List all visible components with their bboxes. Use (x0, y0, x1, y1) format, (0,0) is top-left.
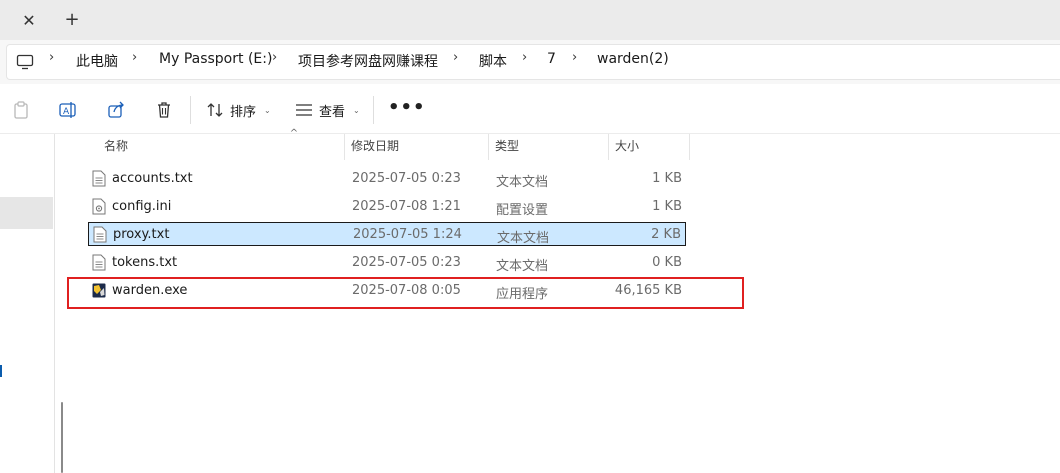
file-row-selected[interactable]: proxy.txt 2025-07-05 1:24 文本文档 2 KB (88, 222, 686, 246)
file-size: 1 KB (652, 199, 682, 214)
file-date: 2025-07-05 0:23 (352, 255, 461, 270)
file-size: 2 KB (651, 227, 681, 242)
file-type: 文本文档 (496, 175, 549, 190)
column-header-name[interactable]: 名称 (98, 134, 345, 160)
view-label: 查看 (319, 104, 346, 120)
column-headers: ^ 名称 修改日期 类型 大小 (74, 128, 690, 160)
chevron-right-icon[interactable]: › (572, 50, 577, 65)
view-button[interactable]: 查看 ⌄ (295, 98, 360, 122)
file-type: 文本文档 (497, 231, 550, 246)
chevron-down-icon: ⌄ (264, 105, 271, 115)
column-header-type[interactable]: 类型 (489, 134, 609, 160)
file-name: proxy.txt (113, 227, 170, 242)
file-row[interactable]: config.ini 2025-07-08 1:21 配置设置 1 KB (88, 195, 686, 219)
file-date: 2025-07-05 0:23 (352, 171, 461, 186)
view-icon (296, 104, 312, 116)
close-tab-icon[interactable]: ✕ (20, 12, 38, 30)
file-type: 文本文档 (496, 259, 549, 274)
text-file-icon (93, 226, 107, 243)
file-name: accounts.txt (112, 171, 193, 186)
breadcrumb-item-drive[interactable]: My Passport (E:) (159, 51, 272, 67)
delete-icon[interactable] (154, 100, 174, 120)
chevron-right-icon[interactable]: › (522, 50, 527, 65)
breadcrumb-item-scripts[interactable]: 脚本 (479, 51, 507, 71)
red-highlight-annotation (67, 277, 744, 309)
command-bar: A 排序 ⌄ 查看 ⌄ ••• (0, 84, 1060, 134)
new-tab-button[interactable]: + (62, 10, 82, 30)
file-date: 2025-07-05 1:24 (353, 227, 462, 242)
share-icon[interactable] (106, 100, 126, 120)
file-name: tokens.txt (112, 255, 178, 270)
nav-item-selected[interactable] (0, 197, 53, 229)
file-name: config.ini (112, 199, 172, 214)
text-file-icon (92, 254, 106, 271)
file-type: 配置设置 (496, 203, 549, 218)
breadcrumb-item-warden[interactable]: warden(2) (597, 51, 669, 67)
text-file-icon (92, 170, 106, 187)
settings-file-icon (92, 198, 106, 215)
breadcrumb-item-course-folder[interactable]: 项目参考网盘网赚课程 (298, 51, 438, 71)
column-header-date[interactable]: 修改日期 (345, 134, 489, 160)
chevron-down-icon: ⌄ (353, 105, 360, 115)
toolbar-divider (373, 96, 374, 124)
file-date: 2025-07-08 1:21 (352, 199, 461, 214)
file-row[interactable]: tokens.txt 2025-07-05 0:23 文本文档 0 KB (88, 251, 686, 275)
address-bar: › 此电脑 › My Passport (E:) › 项目参考网盘网赚课程 › … (0, 40, 1060, 84)
file-size: 0 KB (652, 255, 682, 270)
chevron-right-icon[interactable]: › (49, 50, 54, 65)
toolbar-divider (190, 96, 191, 124)
nav-item-marker (0, 365, 2, 377)
column-header-size[interactable]: 大小 (609, 134, 690, 160)
sort-button[interactable]: 排序 ⌄ (206, 98, 271, 122)
sort-icon (207, 103, 223, 117)
rename-icon[interactable]: A (58, 100, 78, 120)
nav-scrollbar-thumb[interactable] (61, 402, 63, 473)
svg-text:A: A (63, 107, 70, 117)
file-size: 1 KB (652, 171, 682, 186)
chevron-right-icon[interactable]: › (132, 50, 137, 65)
this-pc-icon[interactable] (16, 53, 34, 71)
breadcrumb-item-7[interactable]: 7 (547, 51, 556, 67)
breadcrumb-item-this-pc[interactable]: 此电脑 (76, 51, 118, 71)
navigation-pane[interactable] (0, 134, 55, 473)
tab-strip: ✕ + (0, 0, 1060, 40)
chevron-right-icon[interactable]: › (272, 50, 277, 65)
sort-label: 排序 (230, 104, 257, 120)
file-row[interactable]: accounts.txt 2025-07-05 0:23 文本文档 1 KB (88, 167, 686, 191)
chevron-right-icon[interactable]: › (453, 50, 458, 65)
more-options-button[interactable]: ••• (388, 99, 426, 117)
paste-icon[interactable] (11, 100, 31, 120)
